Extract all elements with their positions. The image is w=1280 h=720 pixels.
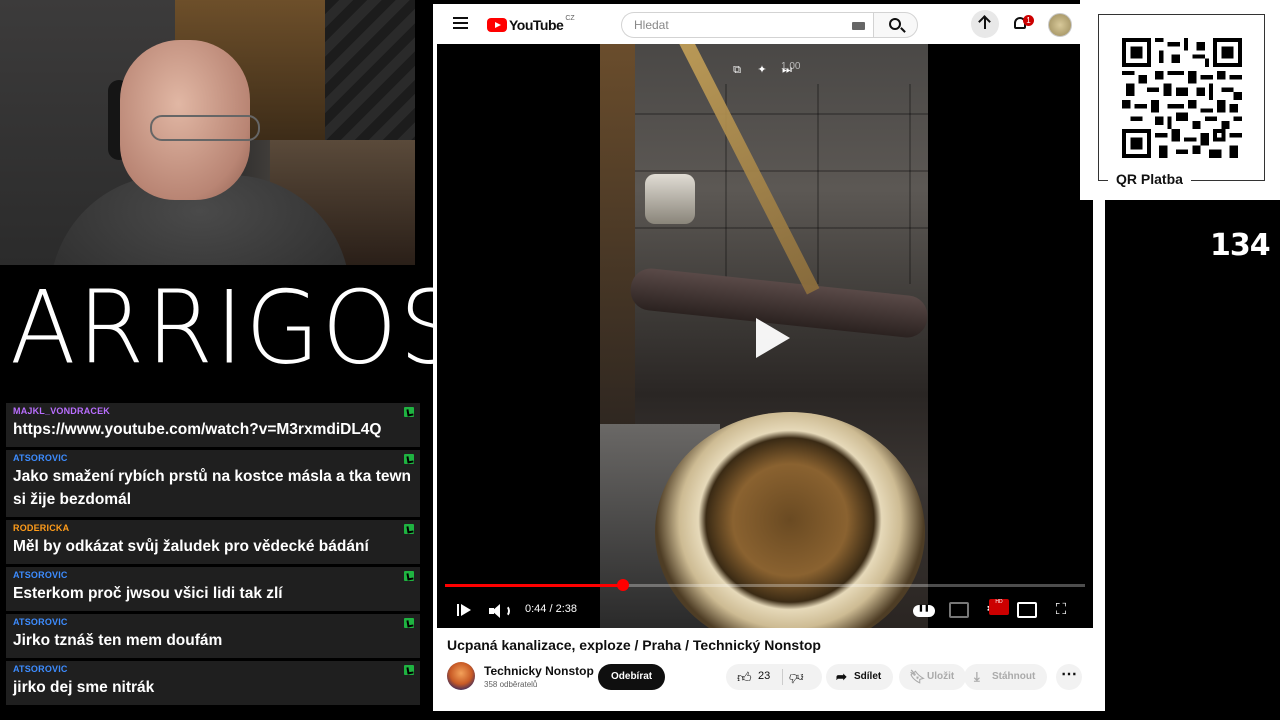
video-player[interactable]: 1.00 ⧉ ✦ ⏭ 0:44 / 2:38 ⚙HD — [437, 44, 1093, 628]
notifications-button[interactable]: 1 — [1009, 12, 1034, 36]
chat-text: Měl by odkázat svůj žaludek pro vědecké … — [13, 538, 369, 555]
chat-text: Jirko tznáš ten mem doufám — [13, 632, 223, 649]
chat-message: ATSOROVIC jirko dej sme nitrák — [6, 661, 420, 705]
time-display: 0:44 / 2:38 — [525, 603, 577, 615]
upload-button[interactable] — [971, 10, 999, 38]
share-button[interactable]: ➦ Sdílet — [826, 664, 894, 690]
chat-text: jirko dej sme nitrák — [13, 679, 155, 696]
chat-message: ATSOROVIC Jirko tznáš ten mem doufám — [6, 614, 420, 658]
save-label: Uložit — [927, 671, 955, 682]
copy-icon[interactable]: ⧉ — [731, 64, 743, 76]
like-dislike-group: 👍︎ 23 👍︎ — [726, 664, 822, 690]
chat-text: https://www.youtube.com/watch?v=M3rxmdiD… — [13, 421, 382, 438]
big-play-button[interactable] — [736, 306, 796, 366]
chat-username: ATSOROVIC — [13, 617, 68, 627]
search-box — [621, 12, 873, 38]
channel-name[interactable]: Technicky Nonstop — [484, 664, 594, 678]
search-icon — [889, 18, 901, 30]
share-label: Sdílet — [854, 671, 882, 682]
qr-code — [1122, 38, 1242, 158]
stream-overlay: ARRIGOS MAJKL_VONDRACEK https://www.yout… — [0, 0, 1280, 720]
check-badge-icon — [404, 571, 414, 581]
like-button[interactable]: 👍︎ — [737, 669, 752, 686]
chat-message: ATSOROVIC Esterkom proč jwsou všici lidi… — [6, 567, 420, 611]
chat-username: ATSOROVIC — [13, 453, 68, 463]
save-button[interactable]: 🔖︎ Uložit — [899, 664, 967, 690]
subscriber-count: 358 odběratelů — [484, 680, 538, 689]
player-controls: 0:44 / 2:38 ⚙HD ⛶ — [437, 596, 1093, 624]
chat-username: MAJKL_VONDRACEK — [13, 406, 111, 416]
miniplayer-icon[interactable] — [1017, 602, 1037, 618]
volume-icon[interactable] — [489, 604, 510, 618]
video-title: Ucpaná kanalizace, exploze / Praha / Tec… — [447, 637, 821, 653]
youtube-wordmark: YouTube — [509, 17, 564, 33]
chat-text: Jako smažení rybích prstů na kostce másl… — [13, 468, 411, 508]
download-button[interactable]: ⤓ Stáhnout — [964, 664, 1048, 690]
bookmark-icon: 🔖︎ — [909, 669, 926, 684]
youtube-play-icon — [487, 18, 507, 32]
search-button[interactable] — [873, 12, 918, 38]
check-badge-icon — [404, 454, 414, 464]
chat-panel: MAJKL_VONDRACEK https://www.youtube.com/… — [6, 403, 420, 708]
progress-bar[interactable] — [445, 579, 1085, 591]
check-badge-icon — [404, 618, 414, 628]
subtitles-icon[interactable] — [949, 602, 969, 618]
like-count: 23 — [758, 670, 771, 682]
keyboard-icon[interactable] — [852, 22, 865, 30]
settings-gear-icon[interactable]: ⚙HD — [983, 599, 1009, 618]
webcam-feed — [0, 0, 415, 265]
account-avatar[interactable] — [1048, 13, 1072, 37]
viewer-count: 134 — [1210, 228, 1271, 263]
chat-text: Esterkom proč jwsou všici lidi tak zlí — [13, 585, 283, 602]
country-code: CZ — [565, 14, 575, 22]
share-icon: ➦ — [836, 669, 847, 684]
youtube-window: YouTube CZ 1 — [433, 4, 1105, 711]
video-top-icons: ⧉ ✦ ⏭ — [731, 64, 793, 76]
chat-username: ATSOROVIC — [13, 570, 68, 580]
youtube-logo[interactable]: YouTube CZ — [487, 14, 575, 33]
channel-avatar[interactable] — [447, 662, 475, 690]
autoplay-toggle[interactable] — [913, 604, 935, 617]
chat-username: RODERICKA — [13, 523, 70, 533]
logo-text: ARRIGOS — [10, 269, 463, 387]
qr-payment-panel: QR Platba — [1080, 0, 1280, 200]
subscribe-button[interactable]: Odebírat — [598, 664, 666, 690]
check-badge-icon — [404, 407, 414, 417]
menu-icon[interactable] — [453, 17, 468, 29]
skip-icon[interactable]: ⏭ — [781, 64, 793, 76]
download-label: Stáhnout — [992, 671, 1036, 682]
chat-username: ATSOROVIC — [13, 664, 68, 674]
search-input[interactable] — [634, 13, 834, 37]
download-icon: ⤓ — [974, 669, 980, 684]
chat-message: MAJKL_VONDRACEK https://www.youtube.com/… — [6, 403, 420, 447]
more-options-button[interactable]: ⋯ — [1056, 664, 1082, 690]
fullscreen-icon[interactable]: ⛶ — [1051, 602, 1071, 618]
dislike-button[interactable]: 👍︎ — [789, 669, 804, 686]
stream-logo: ARRIGOS — [0, 265, 460, 395]
chat-message: RODERICKA Měl by odkázat svůj žaludek pr… — [6, 520, 420, 564]
check-badge-icon — [404, 524, 414, 534]
progress-fill — [445, 584, 624, 587]
notification-badge: 1 — [1023, 15, 1034, 26]
youtube-header: YouTube CZ 1 — [433, 4, 1105, 44]
check-badge-icon — [404, 665, 414, 675]
chat-message: ATSOROVIC Jako smažení rybích prstů na k… — [6, 450, 420, 517]
sparkle-icon[interactable]: ✦ — [756, 64, 768, 76]
qr-label: QR Platba — [1108, 171, 1191, 187]
